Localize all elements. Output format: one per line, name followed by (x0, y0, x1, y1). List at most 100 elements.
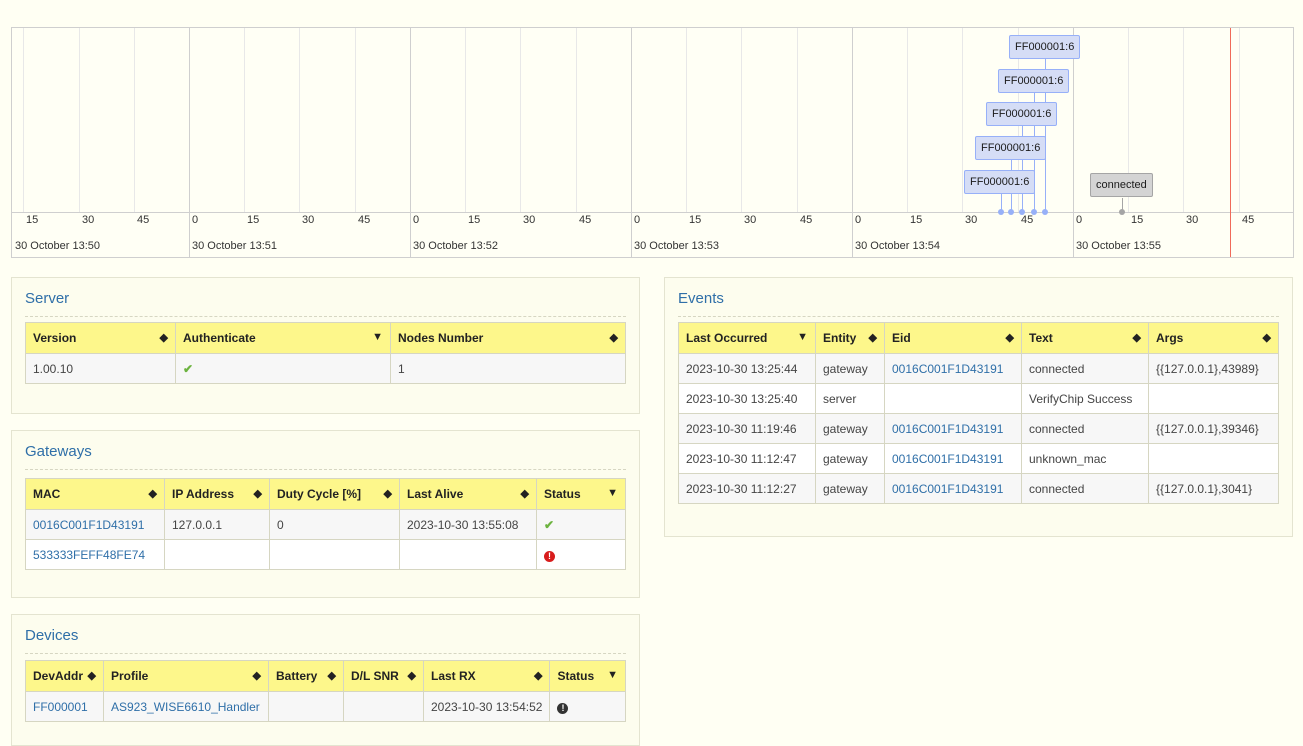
gateway-mac-link[interactable]: 0016C001F1D43191 (33, 518, 144, 532)
text-cell: VerifyChip Success (1021, 383, 1149, 414)
info-icon: ! (557, 702, 569, 714)
timeline-point[interactable] (1019, 209, 1025, 215)
tick-label: 30 (965, 214, 978, 226)
tick-label: 30 (302, 214, 315, 226)
last-rx-cell: 2023-10-30 13:54:52 (422, 691, 551, 722)
sort-icon[interactable]: ◆ (1133, 331, 1141, 344)
tick-label: 15 (1131, 214, 1144, 226)
sort-icon[interactable]: ◆ (1006, 331, 1014, 344)
args-cell: {{127.0.0.1},3041} (1148, 473, 1279, 504)
profile-cell[interactable]: AS923_WISE6610_Handler (103, 691, 269, 722)
text-cell: unknown_mac (1021, 443, 1149, 474)
gateways-panel-title: Gateways (25, 443, 626, 470)
last-alive-cell: 2023-10-30 13:55:08 (399, 509, 537, 540)
sort-icon[interactable]: ◆ (160, 331, 168, 344)
column-header-eid[interactable]: Eid ◆ (884, 322, 1022, 354)
tick-label: 15 (468, 214, 481, 226)
column-header-last-occurred[interactable]: Last Occurred ▼ (678, 322, 816, 354)
tick-label: 15 (689, 214, 702, 226)
sort-desc-icon[interactable]: ▼ (797, 331, 808, 343)
timeline-point[interactable] (1008, 209, 1014, 215)
column-header-nodes-number[interactable]: Nodes Number ◆ (390, 322, 626, 354)
timeline-frame-item[interactable]: FF000001:6 (964, 170, 1036, 194)
timeline-point[interactable] (1042, 209, 1048, 215)
sort-icon[interactable]: ◆ (254, 487, 262, 500)
tick-label: 30 (744, 214, 757, 226)
timeline-event-item[interactable]: connected (1090, 173, 1153, 197)
column-header-entity[interactable]: Entity ◆ (815, 322, 885, 354)
tick-label: 45 (358, 214, 371, 226)
entity-cell: server (815, 383, 885, 414)
text-cell: connected (1021, 413, 1149, 444)
device-devaddr-link[interactable]: FF000001 (33, 700, 88, 714)
timeline-frame-item[interactable]: FF000001:6 (986, 102, 1058, 126)
timeline-point[interactable] (998, 209, 1004, 215)
event-eid-link[interactable]: 0016C001F1D43191 (892, 452, 1003, 466)
timeline-frame-item[interactable]: FF000001:6 (1009, 35, 1081, 59)
column-header-status[interactable]: Status ▼ (536, 478, 626, 510)
second-gridline (520, 28, 521, 212)
column-header-profile[interactable]: Profile ◆ (103, 660, 269, 692)
text-cell: connected (1021, 353, 1149, 384)
time-cell: 2023-10-30 13:25:44 (678, 353, 816, 384)
sort-icon[interactable]: ◆ (869, 331, 877, 344)
gateway-mac-link[interactable]: 533333FEFF48FE74 (33, 548, 145, 562)
second-gridline (797, 28, 798, 212)
eid-cell[interactable]: 0016C001F1D43191 (884, 473, 1022, 504)
column-header-last-alive[interactable]: Last Alive ◆ (399, 478, 537, 510)
sort-icon[interactable]: ◆ (408, 669, 416, 682)
column-header-battery[interactable]: Battery ◆ (268, 660, 344, 692)
eid-cell[interactable]: 0016C001F1D43191 (884, 353, 1022, 384)
device-profile-link[interactable]: AS923_WISE6610_Handler (111, 700, 260, 714)
sort-icon[interactable]: ◆ (253, 669, 261, 682)
second-gridline (23, 28, 24, 212)
last-alive-cell (399, 539, 537, 570)
column-header-last-rx[interactable]: Last RX ◆ (422, 660, 551, 692)
sort-icon[interactable]: ◆ (534, 669, 542, 682)
devaddr-cell[interactable]: FF000001 (25, 691, 104, 722)
sort-icon[interactable]: ◆ (149, 487, 157, 500)
minute-divider (410, 28, 411, 257)
timeline-point[interactable] (1119, 209, 1125, 215)
eid-cell[interactable]: 0016C001F1D43191 (884, 443, 1022, 474)
mac-cell[interactable]: 533333FEFF48FE74 (25, 539, 165, 570)
sort-icon[interactable]: ◆ (521, 487, 529, 500)
sort-desc-icon[interactable]: ▼ (372, 331, 383, 343)
column-header-dl-snr[interactable]: D/L SNR ◆ (343, 660, 424, 692)
timeline-frame-item[interactable]: FF000001:6 (998, 69, 1070, 93)
event-timeline[interactable]: 15 30 45 30 October 13:50 0 15 30 45 30 … (11, 27, 1294, 258)
column-header-status[interactable]: Status ▼ (549, 660, 626, 692)
gateways-table: MAC ◆ IP Address ◆ Duty Cycle [%] ◆ Last Al… (25, 478, 626, 570)
sort-icon[interactable]: ◆ (328, 669, 336, 682)
timeline-frame-item[interactable]: FF000001:6 (975, 136, 1047, 160)
gateways-panel: Gateways MAC ◆ IP Address ◆ Duty Cycle [%]… (11, 430, 640, 598)
table-row: 0016C001F1D43191 127.0.0.1 0 2023-10-30 … (25, 509, 626, 540)
column-header-ip-address[interactable]: IP Address ◆ (164, 478, 270, 510)
timeline-point[interactable] (1031, 209, 1037, 215)
column-header-args[interactable]: Args ◆ (1148, 322, 1279, 354)
event-eid-link[interactable]: 0016C001F1D43191 (892, 422, 1003, 436)
tick-label: 45 (1242, 214, 1255, 226)
sort-icon[interactable]: ◆ (384, 487, 392, 500)
sort-desc-icon[interactable]: ▼ (607, 669, 618, 681)
timeline-axis (12, 212, 1293, 213)
sort-icon[interactable]: ◆ (610, 331, 618, 344)
column-header-mac[interactable]: MAC ◆ (25, 478, 165, 510)
event-eid-link[interactable]: 0016C001F1D43191 (892, 482, 1003, 496)
event-eid-link[interactable]: 0016C001F1D43191 (892, 362, 1003, 376)
eid-cell[interactable] (884, 383, 1022, 414)
column-header-duty-cycle[interactable]: Duty Cycle [%] ◆ (269, 478, 400, 510)
mac-cell[interactable]: 0016C001F1D43191 (25, 509, 165, 540)
second-gridline (1239, 28, 1240, 212)
eid-cell[interactable]: 0016C001F1D43191 (884, 413, 1022, 444)
column-header-text[interactable]: Text ◆ (1021, 322, 1149, 354)
sort-icon[interactable]: ◆ (88, 669, 96, 682)
sort-desc-icon[interactable]: ▼ (607, 487, 618, 499)
second-gridline (244, 28, 245, 212)
minute-divider (852, 28, 853, 257)
error-icon: ! (544, 550, 555, 562)
column-header-devaddr[interactable]: DevAddr ◆ (25, 660, 104, 692)
column-header-authenticate[interactable]: Authenticate ▼ (175, 322, 391, 354)
column-header-version[interactable]: Version ◆ (25, 322, 176, 354)
sort-icon[interactable]: ◆ (1263, 331, 1271, 344)
